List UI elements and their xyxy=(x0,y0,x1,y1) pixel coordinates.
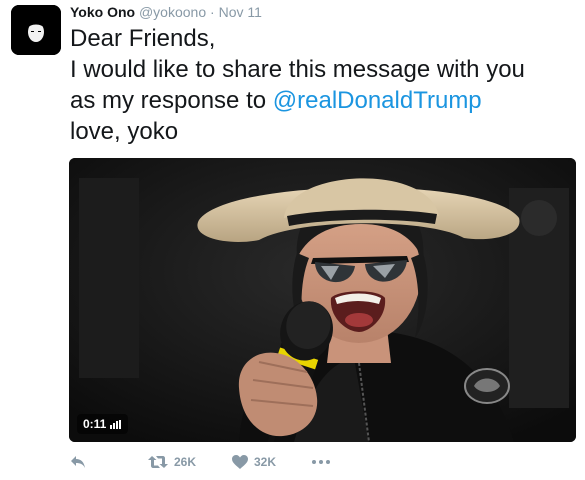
video-player[interactable]: 0:11 xyxy=(69,158,576,442)
tweet-text-line: as my response to @realDonaldTrump xyxy=(70,85,580,116)
like-button[interactable]: 32K xyxy=(232,455,312,469)
avatar[interactable] xyxy=(11,5,61,55)
tweet-text-fragment: as my response to xyxy=(70,87,273,114)
video-thumbnail xyxy=(69,158,576,442)
more-icon xyxy=(312,460,330,464)
author-name[interactable]: Yoko Ono xyxy=(70,4,135,20)
reply-icon xyxy=(71,456,85,468)
video-duration-badge: 0:11 xyxy=(77,414,129,434)
mention-link[interactable]: @realDonaldTrump xyxy=(273,87,482,114)
more-button[interactable] xyxy=(312,460,342,464)
avatar-portrait-icon xyxy=(11,5,61,55)
reply-button[interactable] xyxy=(70,455,148,469)
retweet-button[interactable]: 26K xyxy=(148,455,232,469)
volume-bars-icon xyxy=(110,419,122,429)
like-count: 32K xyxy=(254,455,277,469)
tweet-date[interactable]: Nov 11 xyxy=(219,4,262,20)
retweet-icon xyxy=(148,456,168,468)
tweet-signoff: love, yoko xyxy=(70,118,179,145)
author-handle[interactable]: @yokoono xyxy=(139,4,206,20)
tweet-text-line: Dear Friends, xyxy=(70,25,216,52)
tweet-header: Yoko Ono @yokoono · Nov 11 xyxy=(70,3,262,21)
tweet-actions: 26K 32K xyxy=(70,452,342,472)
tweet-text: Dear Friends, I would like to share this… xyxy=(70,23,580,147)
tweet-text-line: I would like to share this message with … xyxy=(70,56,525,83)
heart-icon xyxy=(232,455,248,469)
header-separator: · xyxy=(210,4,215,20)
retweet-count: 26K xyxy=(174,455,197,469)
tweet: Yoko Ono @yokoono · Nov 11 Dear Friends,… xyxy=(0,0,585,480)
video-duration: 0:11 xyxy=(83,417,107,431)
